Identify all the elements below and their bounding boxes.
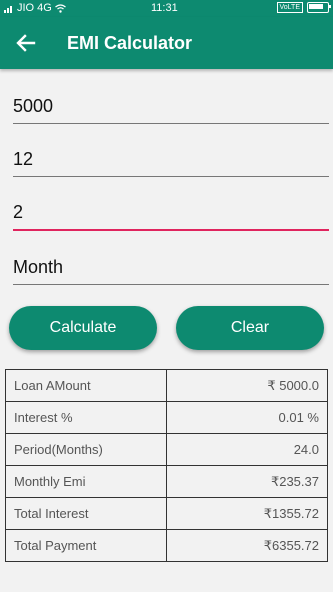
- table-row: Period(Months) 24.0: [5, 433, 328, 466]
- loan-amount-input[interactable]: [13, 89, 329, 124]
- interest-rate-input[interactable]: [13, 142, 329, 177]
- total-interest-value: ₹1355.72: [166, 497, 328, 530]
- loan-amount-value: ₹ 5000.0: [166, 369, 328, 402]
- app-bar: EMI Calculator: [0, 17, 333, 69]
- results-table: Loan AMount ₹ 5000.0 Interest % 0.01 % P…: [5, 369, 328, 562]
- table-row: Total Interest ₹1355.72: [5, 497, 328, 530]
- back-arrow-icon[interactable]: [15, 32, 37, 54]
- period-unit-select[interactable]: [13, 250, 329, 285]
- total-payment-label: Total Payment: [5, 529, 167, 562]
- carrier-label: JIO 4G: [17, 2, 52, 14]
- calculate-button[interactable]: Calculate: [9, 306, 157, 350]
- table-row: Monthly Emi ₹235.37: [5, 465, 328, 498]
- period-input[interactable]: [13, 195, 329, 231]
- status-time: 11:31: [151, 2, 178, 14]
- total-payment-value: ₹6355.72: [166, 529, 328, 562]
- interest-value: 0.01 %: [166, 401, 328, 434]
- table-row: Loan AMount ₹ 5000.0: [5, 369, 328, 402]
- status-right: VoLTE: [276, 2, 331, 13]
- table-row: Interest % 0.01 %: [5, 401, 328, 434]
- clear-button[interactable]: Clear: [176, 306, 324, 350]
- total-interest-label: Total Interest: [5, 497, 167, 530]
- monthly-emi-label: Monthly Emi: [5, 465, 167, 498]
- interest-label: Interest %: [5, 401, 167, 434]
- page-title: EMI Calculator: [67, 33, 193, 53]
- signal-icon: [4, 5, 12, 13]
- wifi-icon: [54, 3, 66, 13]
- status-left: JIO 4G: [4, 2, 66, 14]
- loan-amount-label: Loan AMount: [5, 369, 167, 402]
- monthly-emi-value: ₹235.37: [166, 465, 328, 498]
- period-value: 24.0: [166, 433, 328, 466]
- volte-badge: VoLTE: [276, 2, 303, 13]
- table-row: Total Payment ₹6355.72: [5, 529, 328, 562]
- period-label: Period(Months): [5, 433, 167, 466]
- status-bar: JIO 4G 11:31 VoLTE: [0, 0, 333, 17]
- battery-icon: [307, 2, 331, 13]
